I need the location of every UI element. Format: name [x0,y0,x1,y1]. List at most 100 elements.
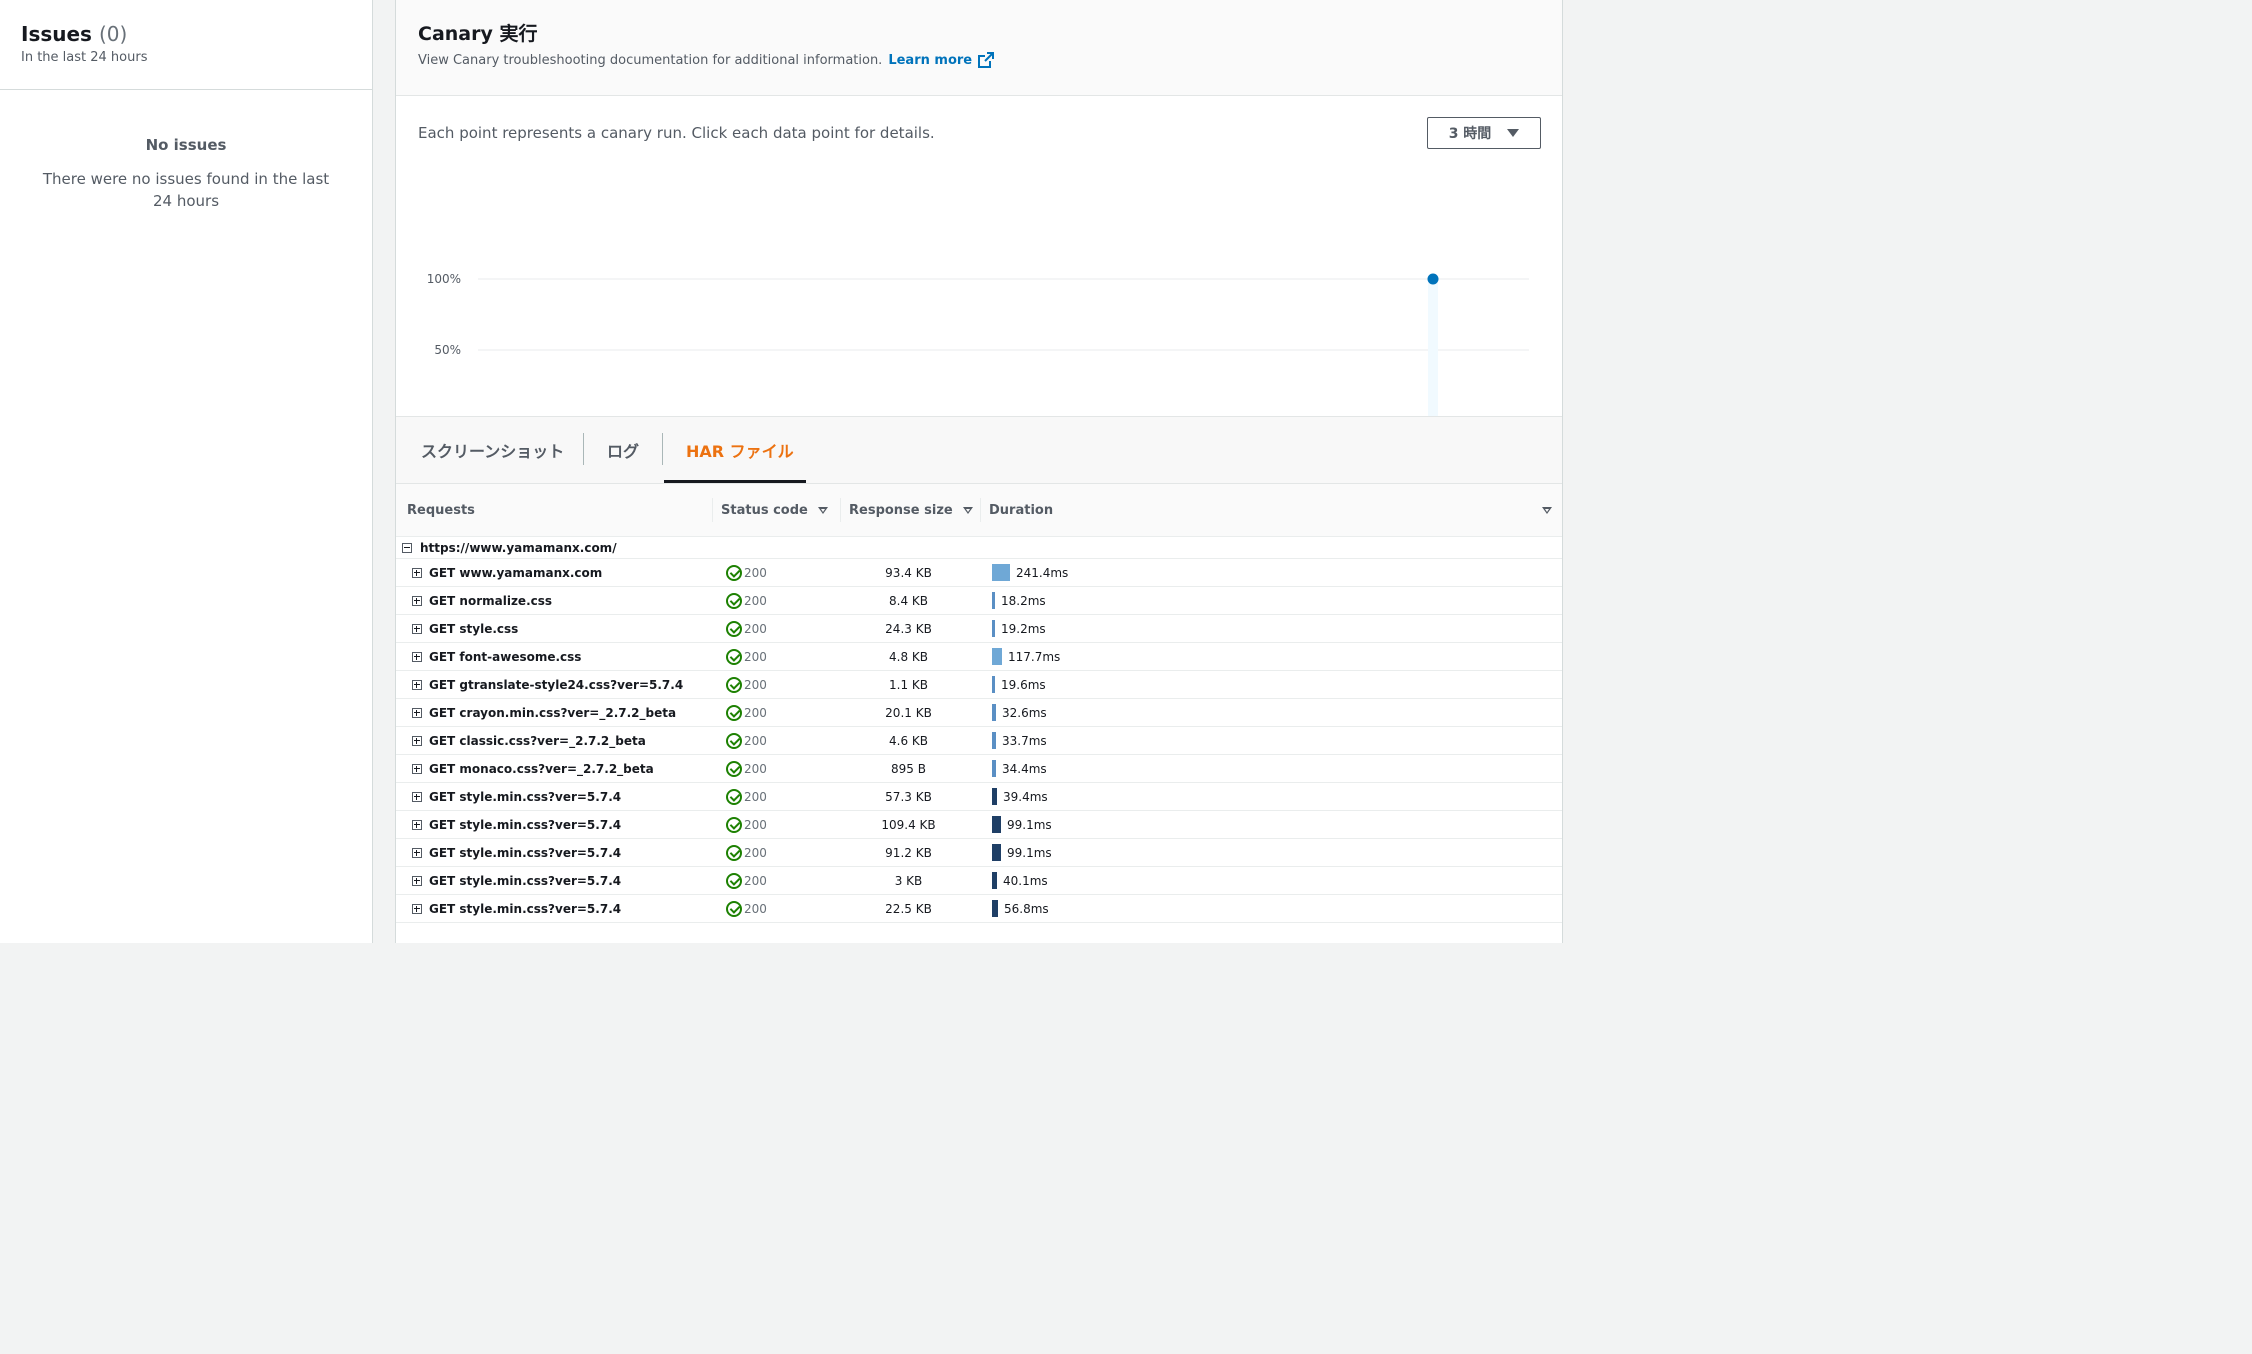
har-request-row[interactable]: GET style.min.css?ver=5.7.4 200 3 KB 40.1ms [396,867,1562,895]
sort-icon [1542,506,1552,514]
har-request-row[interactable]: GET style.min.css?ver=5.7.4 200 57.3 KB 39.… [396,783,1562,811]
har-request-row[interactable]: GET normalize.css 200 8.4 KB 18.2ms [396,587,1562,615]
learn-more-label: Learn more [888,52,973,68]
duration-value: 34.4ms [1002,761,1047,776]
har-request-row[interactable]: GET www.yamamanx.com 200 93.4 KB 241.4ms [396,559,1562,587]
column-header-status[interactable]: Status code [721,484,828,536]
response-size: 4.8 KB [889,649,928,664]
expand-icon[interactable] [412,587,430,614]
learn-more-link[interactable]: Learn more [888,52,995,68]
success-check-icon [726,788,742,805]
column-header-duration[interactable]: Duration [989,484,1053,536]
duration-bar [992,872,997,889]
request-name[interactable]: GET classic.css?ver=_2.7.2_beta [429,727,646,754]
expand-icon[interactable] [412,783,430,810]
tab-har-file[interactable]: HAR ファイル [686,417,794,483]
duration-value: 241.4ms [1016,565,1069,580]
duration-value: 40.1ms [1003,873,1048,888]
tab-screenshots[interactable]: スクリーンショット [421,417,564,483]
issues-title: Issues (0) [21,20,351,48]
har-request-row[interactable]: GET style.min.css?ver=5.7.4 200 22.5 KB 56.… [396,895,1562,923]
duration-cell: 117.7ms [992,643,1060,670]
status-cell: 200 [726,811,767,838]
expand-icon[interactable] [412,895,430,922]
status-cell: 200 [726,587,767,614]
expand-icon[interactable] [412,671,430,698]
har-request-row[interactable]: GET style.min.css?ver=5.7.4 200 91.2 KB 99.… [396,839,1562,867]
issues-empty-state: No issues There were no issues found in … [0,90,372,212]
status-code: 200 [744,705,767,720]
duration-cell: 19.2ms [992,615,1046,642]
request-name[interactable]: GET font-awesome.css [429,643,581,670]
y-tick-label: 0% [442,414,461,416]
har-request-row[interactable]: GET monaco.css?ver=_2.7.2_beta 200 895 B 34… [396,755,1562,783]
duration-value: 99.1ms [1007,845,1052,860]
expand-icon[interactable] [412,643,430,670]
plus-box-icon [412,875,422,886]
plus-box-icon [412,651,422,662]
status-cell: 200 [726,615,767,642]
duration-cell: 33.7ms [992,727,1047,754]
duration-bar [992,564,1010,581]
column-header-duration-label: Duration [989,502,1054,518]
status-cell: 200 [726,755,767,782]
response-size: 4.6 KB [889,733,928,748]
har-request-row[interactable]: GET classic.css?ver=_2.7.2_beta 200 4.6 KB… [396,727,1562,755]
duration-cell: 241.4ms [992,559,1068,586]
duration-bar [992,620,995,637]
request-name[interactable]: GET style.min.css?ver=5.7.4 [429,895,621,922]
har-request-row[interactable]: GET style.min.css?ver=5.7.4 200 109.4 KB 99… [396,811,1562,839]
response-size: 1.1 KB [889,677,928,692]
request-name[interactable]: GET style.min.css?ver=5.7.4 [429,783,621,810]
request-name[interactable]: GET normalize.css [429,587,552,614]
canary-runs-chart: Each point represents a canary run. Clic… [396,96,1562,417]
duration-value: 39.4ms [1003,789,1048,804]
collapse-icon[interactable] [402,542,412,553]
expand-icon[interactable] [412,615,430,642]
status-code: 200 [744,845,767,860]
request-name[interactable]: GET monaco.css?ver=_2.7.2_beta [429,755,654,782]
status-code: 200 [744,733,767,748]
har-request-row[interactable]: GET crayon.min.css?ver=_2.7.2_beta 200 20.… [396,699,1562,727]
expand-icon[interactable] [412,755,430,782]
expand-icon[interactable] [412,867,430,894]
expand-icon[interactable] [412,559,430,586]
expand-icon[interactable] [412,839,430,866]
duration-value: 99.1ms [1007,817,1052,832]
plus-box-icon [412,567,422,578]
success-check-icon [726,760,742,777]
column-options-button[interactable] [1532,484,1552,536]
status-code: 200 [744,677,767,692]
har-request-row[interactable]: GET gtranslate-style24.css?ver=5.7.4 200 1… [396,671,1562,699]
success-check-icon [726,564,742,581]
tab-logs[interactable]: ログ [607,417,639,483]
expand-icon[interactable] [412,699,430,726]
response-size: 22.5 KB [885,901,932,916]
request-name[interactable]: GET style.min.css?ver=5.7.4 [429,811,621,838]
duration-cell: 34.4ms [992,755,1047,782]
status-code: 200 [744,901,767,916]
tab-divider [583,433,584,465]
duration-cell: 56.8ms [992,895,1049,922]
duration-bar [992,788,997,805]
request-name[interactable]: GET style.css [429,615,518,642]
request-name[interactable]: GET gtranslate-style24.css?ver=5.7.4 [429,671,683,698]
request-name[interactable]: GET style.min.css?ver=5.7.4 [429,867,621,894]
request-name[interactable]: GET style.min.css?ver=5.7.4 [429,839,621,866]
response-size: 3 KB [894,873,923,888]
expand-icon[interactable] [412,811,430,838]
chart-plot: 0%50%100%6:30 AM6:45 AM7:00 AM7:15 AM7:3… [427,272,1529,416]
response-size: 109.4 KB [881,817,936,832]
har-request-row[interactable]: GET font-awesome.css 200 4.8 KB 117.7ms [396,643,1562,671]
expand-icon[interactable] [412,727,430,754]
har-request-row[interactable]: GET style.css 200 24.3 KB 19.2ms [396,615,1562,643]
request-name[interactable]: GET crayon.min.css?ver=_2.7.2_beta [429,699,676,726]
har-group-row[interactable]: https://www.yamamanx.com/ [396,537,1562,559]
column-header-requests[interactable]: Requests [407,484,475,536]
column-header-size[interactable]: Response size [849,484,973,536]
request-name[interactable]: GET www.yamamanx.com [429,559,602,586]
plus-box-icon [412,819,422,830]
sort-icon [817,506,828,514]
response-size: 24.3 KB [885,621,932,636]
status-code: 200 [744,565,767,580]
